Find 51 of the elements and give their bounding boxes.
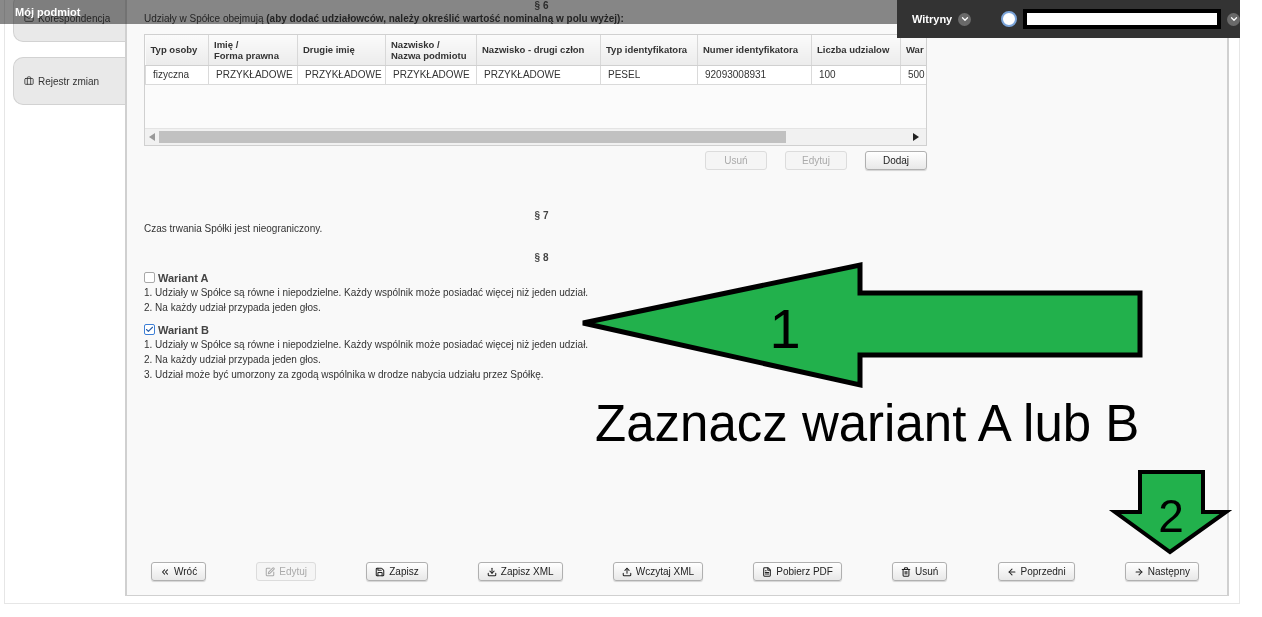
footer-button[interactable]: Zapisz XML xyxy=(477,562,563,581)
column-header: Liczba udzialow xyxy=(811,35,901,65)
sites-menu[interactable]: Witryny xyxy=(912,13,953,25)
arrow-left-icon xyxy=(1006,566,1017,577)
footer-button[interactable]: Poprzedni xyxy=(997,562,1075,581)
section-heading: § 6 xyxy=(533,0,550,11)
checkbox[interactable] xyxy=(144,272,155,283)
column-header: Drugie imię xyxy=(297,35,386,65)
column-header: Typ identyfikatora xyxy=(600,35,698,65)
footer-button[interactable]: Wczytaj XML xyxy=(612,562,704,581)
column-header: Typ osoby xyxy=(145,35,209,65)
variant-clause: 1. Udziały w Spółce są równe i niepodzielne. Każdy wspólnik może posiadać więcej niż jeden udział. xyxy=(144,286,590,300)
column-header: Imię / Forma prawna xyxy=(208,35,298,65)
double-chevron-left-icon xyxy=(160,566,170,577)
checkbox[interactable] xyxy=(144,324,155,335)
variant-clause: 2. Na każdy udział przypada jeden głos. xyxy=(144,301,322,315)
briefcase-icon xyxy=(24,76,34,86)
footer-button[interactable]: Wróć xyxy=(151,562,207,581)
column-header: Nazwisko / Nazwa podmiotu xyxy=(385,35,477,65)
footer-button[interactable]: Pobierz PDF xyxy=(753,562,842,581)
variant-clause: 1. Udziały w Spółce są równe i niepodzielne. Każdy wspólnik może posiadać więcej niż jeden udział. xyxy=(144,338,590,352)
upload-icon xyxy=(621,566,632,577)
scrollbar-thumb[interactable] xyxy=(159,131,786,143)
pen-square-icon xyxy=(265,566,276,577)
step-number: 2 xyxy=(1158,490,1184,542)
trash-icon xyxy=(901,566,912,577)
file-icon xyxy=(762,566,773,577)
arrow-right-icon xyxy=(1133,566,1144,577)
scroll-right-icon[interactable] xyxy=(913,133,919,141)
footer-button[interactable]: Usuń xyxy=(892,562,948,581)
variant-label: Wariant B xyxy=(158,323,209,336)
dropdown-caret-icon[interactable] xyxy=(1227,12,1240,26)
instruction-text: Zaznacz wariant A lub B xyxy=(595,398,1140,449)
sidebar-tab[interactable]: Rejestr zmian xyxy=(13,57,125,105)
variant-label: Wariant A xyxy=(158,271,209,284)
dropdown-caret-icon[interactable] xyxy=(958,12,972,26)
horizontal-scrollbar[interactable] xyxy=(145,128,926,145)
save-icon xyxy=(375,566,386,577)
footer-button[interactable]: Zapisz xyxy=(366,562,428,581)
column-header: Numer identyfikatora xyxy=(697,35,812,65)
variant-clause: 2. Na każdy udział przypada jeden głos. xyxy=(144,353,322,367)
column-header: Nazwisko - drugi człon xyxy=(476,35,601,65)
step-number: 1 xyxy=(769,297,801,360)
footer-button[interactable]: Następny xyxy=(1124,562,1199,581)
duration-text: Czas trwania Spółki jest nieograniczony. xyxy=(144,222,324,236)
variant-clause: 3. Udział może być umorzony za zgodą wspólnika w drodze nabycia udziału przez Spółkę. xyxy=(144,368,545,382)
section-heading: § 7 xyxy=(533,210,550,221)
table-action-button[interactable]: Dodaj xyxy=(865,151,927,170)
download-icon xyxy=(486,566,497,577)
avatar-icon xyxy=(1001,11,1017,27)
section-heading: § 8 xyxy=(533,252,550,263)
